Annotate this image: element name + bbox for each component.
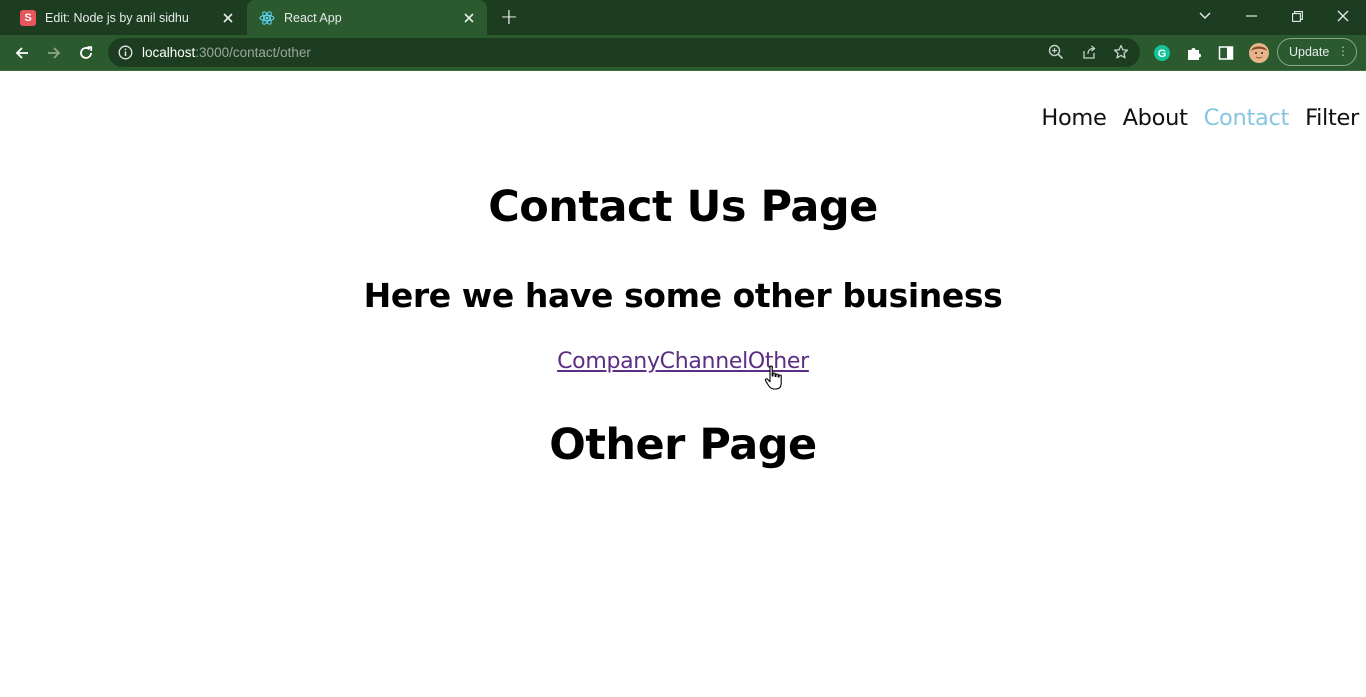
profile-avatar-icon[interactable]: [1245, 39, 1273, 67]
tab-title: React App: [284, 10, 342, 25]
url-text: localhost:3000/contact/other: [142, 45, 311, 60]
minimize-icon[interactable]: [1231, 3, 1271, 29]
svg-text:G: G: [1158, 48, 1167, 60]
reload-icon[interactable]: [72, 39, 100, 67]
bookmark-star-icon[interactable]: [1113, 44, 1129, 64]
address-bar[interactable]: localhost:3000/contact/other: [108, 38, 1140, 67]
close-icon[interactable]: [457, 6, 481, 30]
share-icon[interactable]: [1081, 44, 1097, 64]
page-subtitle: Here we have some other business: [363, 276, 1003, 315]
grammarly-extension-icon[interactable]: G: [1148, 39, 1176, 67]
top-nav: Home About Contact Filter: [1041, 105, 1359, 131]
sub-nav-links: CompanyChannelOther: [0, 349, 1366, 374]
close-icon[interactable]: [216, 6, 240, 30]
site-info-icon[interactable]: [118, 45, 133, 64]
browser-toolbar: localhost:3000/contact/other G Update ⋮: [0, 35, 1366, 71]
tab-title: Edit: Node js by anil sidhu: [45, 10, 189, 25]
tab-react-app[interactable]: React App: [247, 0, 487, 35]
side-panel-icon[interactable]: [1212, 39, 1240, 67]
sidebar-s-favicon-icon: S: [20, 9, 36, 26]
page-content: Home About Contact Filter Contact Us Pag…: [0, 71, 1366, 697]
tab-search-chevron-icon[interactable]: [1185, 3, 1225, 29]
nav-link-home[interactable]: Home: [1041, 105, 1107, 131]
tab-strip: S Edit: Node js by anil sidhu React App …: [0, 0, 1366, 35]
hand-pointer-cursor-icon: [764, 365, 784, 395]
zoom-icon[interactable]: [1048, 44, 1064, 64]
back-arrow-icon[interactable]: [8, 39, 36, 67]
new-tab-button[interactable]: +: [496, 5, 522, 30]
update-button[interactable]: Update ⋮: [1277, 38, 1357, 66]
restore-icon[interactable]: [1277, 3, 1317, 29]
nav-link-about[interactable]: About: [1123, 105, 1188, 131]
window-close-icon[interactable]: [1323, 3, 1363, 29]
forward-arrow-icon[interactable]: [40, 39, 68, 67]
page-title: Contact Us Page: [488, 182, 878, 232]
update-label: Update: [1289, 45, 1330, 59]
tab-edit-node-js[interactable]: S Edit: Node js by anil sidhu: [0, 0, 246, 35]
react-icon: [259, 10, 275, 26]
nav-link-filter[interactable]: Filter: [1305, 105, 1359, 131]
link-company[interactable]: Company: [557, 349, 660, 374]
more-menu-icon: ⋮: [1337, 44, 1349, 58]
nav-link-contact[interactable]: Contact: [1204, 105, 1290, 131]
section-title: Other Page: [549, 420, 817, 470]
extensions-puzzle-icon[interactable]: [1180, 39, 1208, 67]
link-channel[interactable]: Channel: [660, 349, 749, 374]
